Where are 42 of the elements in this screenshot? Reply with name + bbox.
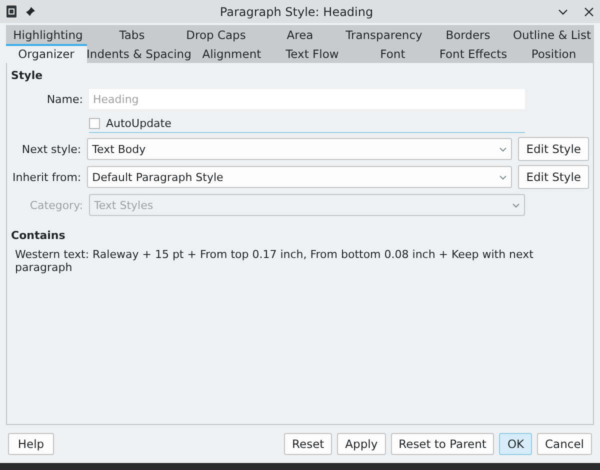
dialog-button[interactable]: Cancel (537, 433, 592, 455)
tab[interactable]: Text Flow (272, 44, 352, 63)
window-title: Paragraph Style: Heading (218, 4, 374, 18)
dialog-button[interactable]: Reset to Parent (390, 433, 494, 455)
tab[interactable]: Area (258, 25, 342, 44)
edit-style-button[interactable]: Edit Style (518, 137, 589, 161)
field-label: Next style: (20, 142, 82, 156)
close-icon[interactable] (584, 6, 594, 16)
dialog-button[interactable]: Help (8, 433, 54, 455)
pin-icon[interactable] (25, 6, 35, 16)
section-heading: Contains (11, 229, 66, 242)
tab[interactable]: Outline & List (510, 25, 594, 44)
section-heading: Style (11, 69, 44, 82)
field-label: Category: (28, 198, 83, 212)
tab[interactable]: Font Effects (432, 44, 514, 63)
tab[interactable]: Position (513, 44, 594, 63)
checkbox[interactable] (89, 118, 100, 128)
name-field[interactable]: Heading (89, 89, 525, 109)
dropdown[interactable]: Text Body (87, 138, 512, 160)
field-label: Inherit from: (11, 170, 82, 184)
dropdown[interactable]: Default Paragraph Style (87, 166, 512, 188)
tab[interactable]: Borders (426, 25, 510, 44)
chevron-down-icon (499, 174, 508, 180)
tab[interactable]: Font (352, 44, 433, 63)
tab[interactable]: Transparency (342, 25, 426, 44)
minimize-icon[interactable] (558, 8, 568, 14)
dialog-button[interactable]: Apply (337, 433, 386, 455)
default-button[interactable]: OK (499, 433, 532, 455)
field-label: Name: (46, 92, 83, 106)
tab[interactable]: Highlighting (6, 25, 90, 44)
document-icon (6, 5, 17, 18)
chevron-down-icon (499, 146, 508, 152)
tab[interactable]: Indents & Spacing (86, 44, 192, 63)
tab[interactable]: Drop Caps (174, 25, 258, 44)
tab[interactable]: Organizer (6, 44, 87, 63)
chevron-down-icon (512, 202, 520, 208)
tab[interactable]: Tabs (90, 25, 174, 44)
checkbox-label: AutoUpdate (106, 116, 172, 130)
contains-description: Western text: Raleway + 15 pt + From top 0.17 inch, From bottom 0.08 inch + Keep with next paragraph (14, 248, 534, 274)
tab[interactable]: Alignment (191, 44, 272, 63)
dialog-button[interactable]: Reset (284, 433, 332, 455)
edit-style-button[interactable]: Edit Style (518, 165, 589, 189)
